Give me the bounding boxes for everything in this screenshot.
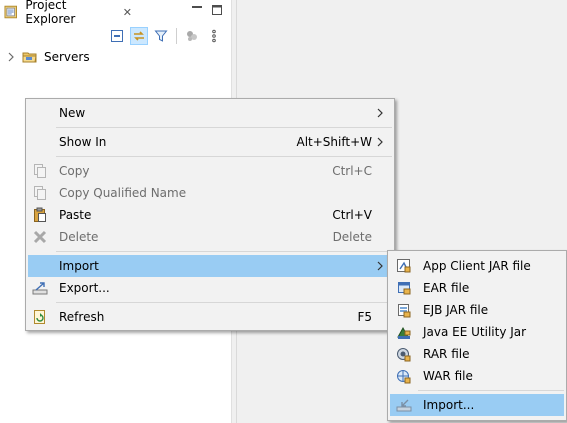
java-ee-utility-jar-icon: [397, 326, 411, 339]
tab-project-explorer[interactable]: Project Explorer ✕: [0, 0, 132, 26]
menu-item-copy[interactable]: Copy Ctrl+C: [28, 160, 392, 182]
menu-item-shortcut: Ctrl+C: [332, 164, 372, 178]
menu-item-refresh[interactable]: Refresh F5: [28, 306, 392, 328]
menu-separator: [56, 302, 392, 303]
menu-item-export[interactable]: Export...: [28, 277, 392, 299]
menu-item-show-in[interactable]: Show In Alt+Shift+W: [28, 131, 392, 153]
tab-label: Project Explorer: [25, 0, 76, 26]
menu-item-new[interactable]: New: [28, 102, 392, 124]
view-menu-icon: [212, 29, 216, 43]
tree-item-servers[interactable]: Servers: [6, 48, 90, 66]
menu-item-label: Show In: [59, 135, 107, 149]
menu-item-label: RAR file: [423, 347, 470, 361]
menu-item-label: Import...: [423, 398, 475, 412]
menu-item-label: Refresh: [59, 310, 105, 324]
import-submenu: App Client JAR file EAR file EJB JAR fil…: [387, 250, 567, 421]
menu-item-shortcut: Delete: [332, 230, 372, 244]
menu-item-paste[interactable]: Paste Ctrl+V: [28, 204, 392, 226]
menu-item-label: WAR file: [423, 369, 473, 383]
menu-item-delete[interactable]: Delete Delete: [28, 226, 392, 248]
project-explorer-icon: [4, 5, 17, 19]
submenu-arrow-icon: [377, 108, 383, 118]
chevron-right-icon[interactable]: [6, 52, 16, 62]
view-menu-button[interactable]: [205, 27, 223, 45]
menu-item-label: EAR file: [423, 281, 470, 295]
menu-separator: [418, 390, 564, 391]
menu-item-shortcut: F5: [357, 310, 372, 324]
menu-separator: [56, 127, 392, 128]
ear-file-icon: [398, 282, 411, 295]
menu-item-copy-qualified-name[interactable]: Copy Qualified Name: [28, 182, 392, 204]
export-icon: [32, 282, 48, 295]
folder-icon: [22, 52, 37, 63]
menu-item-shortcut: Ctrl+V: [332, 208, 372, 222]
focus-button[interactable]: [183, 27, 201, 45]
menu-item-label: Copy Qualified Name: [59, 186, 187, 200]
app-client-jar-icon: [397, 259, 411, 273]
toolbar-separator: [176, 28, 177, 44]
war-file-icon: [397, 370, 411, 384]
submenu-item-java-ee-utility-jar[interactable]: Java EE Utility Jar: [390, 321, 564, 343]
menu-item-label: EJB JAR file: [423, 303, 489, 317]
rar-file-icon: [397, 348, 411, 362]
tree-item-label: Servers: [44, 50, 90, 64]
close-icon[interactable]: ✕: [123, 6, 132, 19]
filter-icon: [154, 30, 168, 42]
submenu-item-app-client-jar-file[interactable]: App Client JAR file: [390, 255, 564, 277]
filter-button[interactable]: [152, 27, 170, 45]
menu-item-shortcut: Alt+Shift+W: [296, 135, 373, 149]
submenu-item-import[interactable]: Import...: [390, 394, 564, 416]
context-menu: New Show In Alt+Shift+W Copy Ctrl+C Copy…: [25, 98, 395, 331]
copy-icon: [34, 164, 46, 178]
menu-item-import[interactable]: Import: [28, 255, 392, 277]
link-with-editor-icon: [134, 31, 144, 41]
menu-item-label: Import: [59, 259, 99, 273]
view-toolbar: [108, 25, 223, 47]
minimize-icon[interactable]: [190, 3, 204, 17]
menu-item-label: App Client JAR file: [423, 259, 531, 273]
maximize-icon[interactable]: [210, 3, 224, 17]
focus-icon: [187, 31, 197, 41]
menu-separator: [56, 251, 392, 252]
copy-qualified-name-icon: [34, 186, 46, 200]
import-icon: [396, 399, 412, 412]
menu-item-label: Delete: [59, 230, 99, 244]
collapse-all-icon: [111, 30, 123, 42]
submenu-item-war-file[interactable]: WAR file: [390, 365, 564, 387]
paste-icon: [34, 207, 46, 222]
submenu-arrow-icon: [377, 261, 383, 271]
refresh-icon: [34, 310, 45, 324]
menu-item-label: Java EE Utility Jar: [423, 325, 527, 339]
submenu-item-ear-file[interactable]: EAR file: [390, 277, 564, 299]
menu-separator: [56, 156, 392, 157]
collapse-all-button[interactable]: [108, 27, 126, 45]
menu-item-label: Copy: [59, 164, 90, 178]
link-with-editor-button[interactable]: [130, 27, 148, 45]
ejb-jar-file-icon: [398, 304, 411, 318]
menu-item-label: Export...: [59, 281, 110, 295]
delete-icon: [33, 230, 47, 244]
menu-item-label: New: [59, 106, 86, 120]
menu-item-label: Paste: [59, 208, 92, 222]
submenu-item-rar-file[interactable]: RAR file: [390, 343, 564, 365]
submenu-item-ejb-jar-file[interactable]: EJB JAR file: [390, 299, 564, 321]
submenu-arrow-icon: [377, 137, 383, 147]
